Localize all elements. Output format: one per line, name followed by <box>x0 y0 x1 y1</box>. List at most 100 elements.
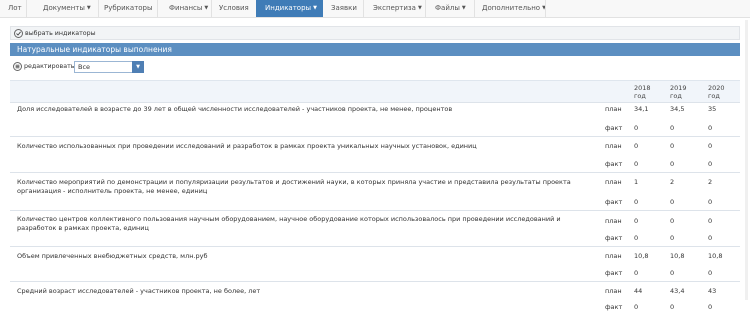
plan-value-2019: 0 <box>670 217 675 225</box>
nav-item-expertise[interactable]: Экспертиза ▼ <box>364 0 425 17</box>
fact-value-2020: 0 <box>708 303 713 311</box>
plan-value-2020: 0 <box>708 142 713 150</box>
fact-value-2019: 0 <box>670 234 675 242</box>
fact-label: факт <box>605 124 623 132</box>
choose-indicators-button[interactable]: выбрать индикаторы <box>14 28 96 39</box>
fact-value-2019: 0 <box>670 269 675 277</box>
nav-item-label: Файлы <box>435 4 460 12</box>
filter-select[interactable]: Все ▼ <box>74 61 144 73</box>
nav-item-rubricators[interactable]: Рубрикаторы <box>99 0 157 17</box>
plan-value-2019: 43,4 <box>670 287 685 295</box>
plan-value-2018: 44 <box>634 287 643 295</box>
filter-select-value: Все <box>78 63 91 71</box>
fact-value-2020: 0 <box>708 269 713 277</box>
plan-value-2018: 10,8 <box>634 252 649 260</box>
indicator-label: Средний возраст исследователей - участни… <box>17 287 261 295</box>
caret-down-icon: ▼ <box>313 5 317 11</box>
nav-item-additional[interactable]: Дополнительно ▼ <box>475 0 546 17</box>
nav-item-finance[interactable]: Финансы ▼ <box>158 0 211 17</box>
year-unit: год <box>670 92 682 100</box>
fact-value-2018: 0 <box>634 160 639 168</box>
caret-down-icon: ▼ <box>86 5 91 11</box>
nav-divider <box>545 0 546 17</box>
nav-item-label: Экспертиза <box>373 4 416 12</box>
nav-item-label: Документы <box>43 4 85 12</box>
plan-label: план <box>605 142 622 150</box>
indicator-label: Доля исследователей в возрасте до 39 лет… <box>17 105 453 113</box>
nav-item-indicators[interactable]: Индикаторы ▼ <box>256 0 323 17</box>
nav-item-applications[interactable]: Заявки <box>323 0 363 17</box>
caret-down-icon: ▼ <box>204 5 209 11</box>
year-unit: год <box>708 92 720 100</box>
nav-item-label: Дополнительно <box>482 4 541 12</box>
plan-label: план <box>605 252 622 260</box>
row-divider <box>10 210 740 211</box>
nav-item-label: Финансы <box>169 4 203 12</box>
plan-label: план <box>605 287 622 295</box>
plan-value-2020: 0 <box>708 217 713 225</box>
year-value: 2018 <box>634 84 651 92</box>
caret-down-icon: ▼ <box>461 5 466 11</box>
plan-value-2020: 10,8 <box>708 252 723 260</box>
nav-item-label: Условия <box>219 4 249 12</box>
nav-item-label: Рубрикаторы <box>104 4 153 12</box>
fact-value-2019: 0 <box>670 160 675 168</box>
plan-value-2020: 35 <box>708 105 717 113</box>
fact-value-2018: 0 <box>634 234 639 242</box>
row-divider <box>10 281 740 282</box>
fact-label: факт <box>605 160 623 168</box>
year-header-2019: 2019 год <box>670 84 687 100</box>
year-value: 2020 <box>708 84 725 92</box>
year-unit: год <box>634 92 646 100</box>
plan-value-2019: 10,8 <box>670 252 685 260</box>
plan-value-2018: 0 <box>634 217 639 225</box>
caret-down-icon: ▼ <box>417 5 422 11</box>
nav-item-label: Индикаторы <box>265 4 312 12</box>
fact-value-2020: 0 <box>708 198 713 206</box>
nav-item-conditions[interactable]: Условия <box>212 0 255 17</box>
fact-value-2019: 0 <box>670 124 675 132</box>
fact-label: факт <box>605 303 623 311</box>
fact-value-2020: 0 <box>708 160 713 168</box>
row-divider <box>10 136 740 137</box>
fact-value-2018: 0 <box>634 269 639 277</box>
indicator-label: Количество мероприятий по демонстрации и… <box>17 178 571 195</box>
fact-label: факт <box>605 269 623 277</box>
edit-label: редактировать <box>24 63 75 70</box>
edit-button[interactable]: редактировать <box>13 61 74 73</box>
fact-value-2020: 0 <box>708 234 713 242</box>
plan-value-2019: 2 <box>670 178 675 186</box>
plan-label: план <box>605 105 622 113</box>
year-header-2020: 2020 год <box>708 84 725 100</box>
fact-value-2019: 0 <box>670 198 675 206</box>
nav-item-label: Лот <box>8 4 22 12</box>
fact-value-2018: 0 <box>634 303 639 311</box>
table-header: 2018 год 2019 год 2020 год <box>10 80 740 103</box>
choose-indicators-label: выбрать индикаторы <box>25 30 96 37</box>
indicator-label: Объем привлеченных внебюджетных средств,… <box>17 252 208 260</box>
year-header-2018: 2018 год <box>634 84 651 100</box>
fact-value-2018: 0 <box>634 198 639 206</box>
check-circle-icon <box>14 28 23 38</box>
nav-item-label: Заявки <box>331 4 357 12</box>
top-navbar: Лот Документы ▼ Рубрикаторы Финансы ▼ Усло… <box>0 0 750 18</box>
plan-value-2018: 0 <box>634 142 639 150</box>
plan-label: план <box>605 178 622 186</box>
fact-label: факт <box>605 198 623 206</box>
plan-value-2019: 34,5 <box>670 105 685 113</box>
list-icon <box>13 61 22 71</box>
plan-value-2020: 43 <box>708 287 717 295</box>
nav-item-files[interactable]: Файлы ▼ <box>426 0 474 17</box>
plan-label: план <box>605 217 622 225</box>
row-divider <box>10 102 740 103</box>
chevron-down-icon: ▼ <box>132 61 144 73</box>
plan-value-2019: 0 <box>670 142 675 150</box>
indicator-toolbar: выбрать индикаторы <box>10 26 740 40</box>
nav-item-documents[interactable]: Документы ▼ <box>27 0 98 17</box>
fact-label: факт <box>605 234 623 242</box>
fact-value-2020: 0 <box>708 124 713 132</box>
vertical-scrollbar[interactable] <box>745 20 748 300</box>
plan-value-2018: 1 <box>634 178 639 186</box>
row-divider <box>10 246 740 247</box>
nav-item-lot[interactable]: Лот <box>0 0 25 17</box>
